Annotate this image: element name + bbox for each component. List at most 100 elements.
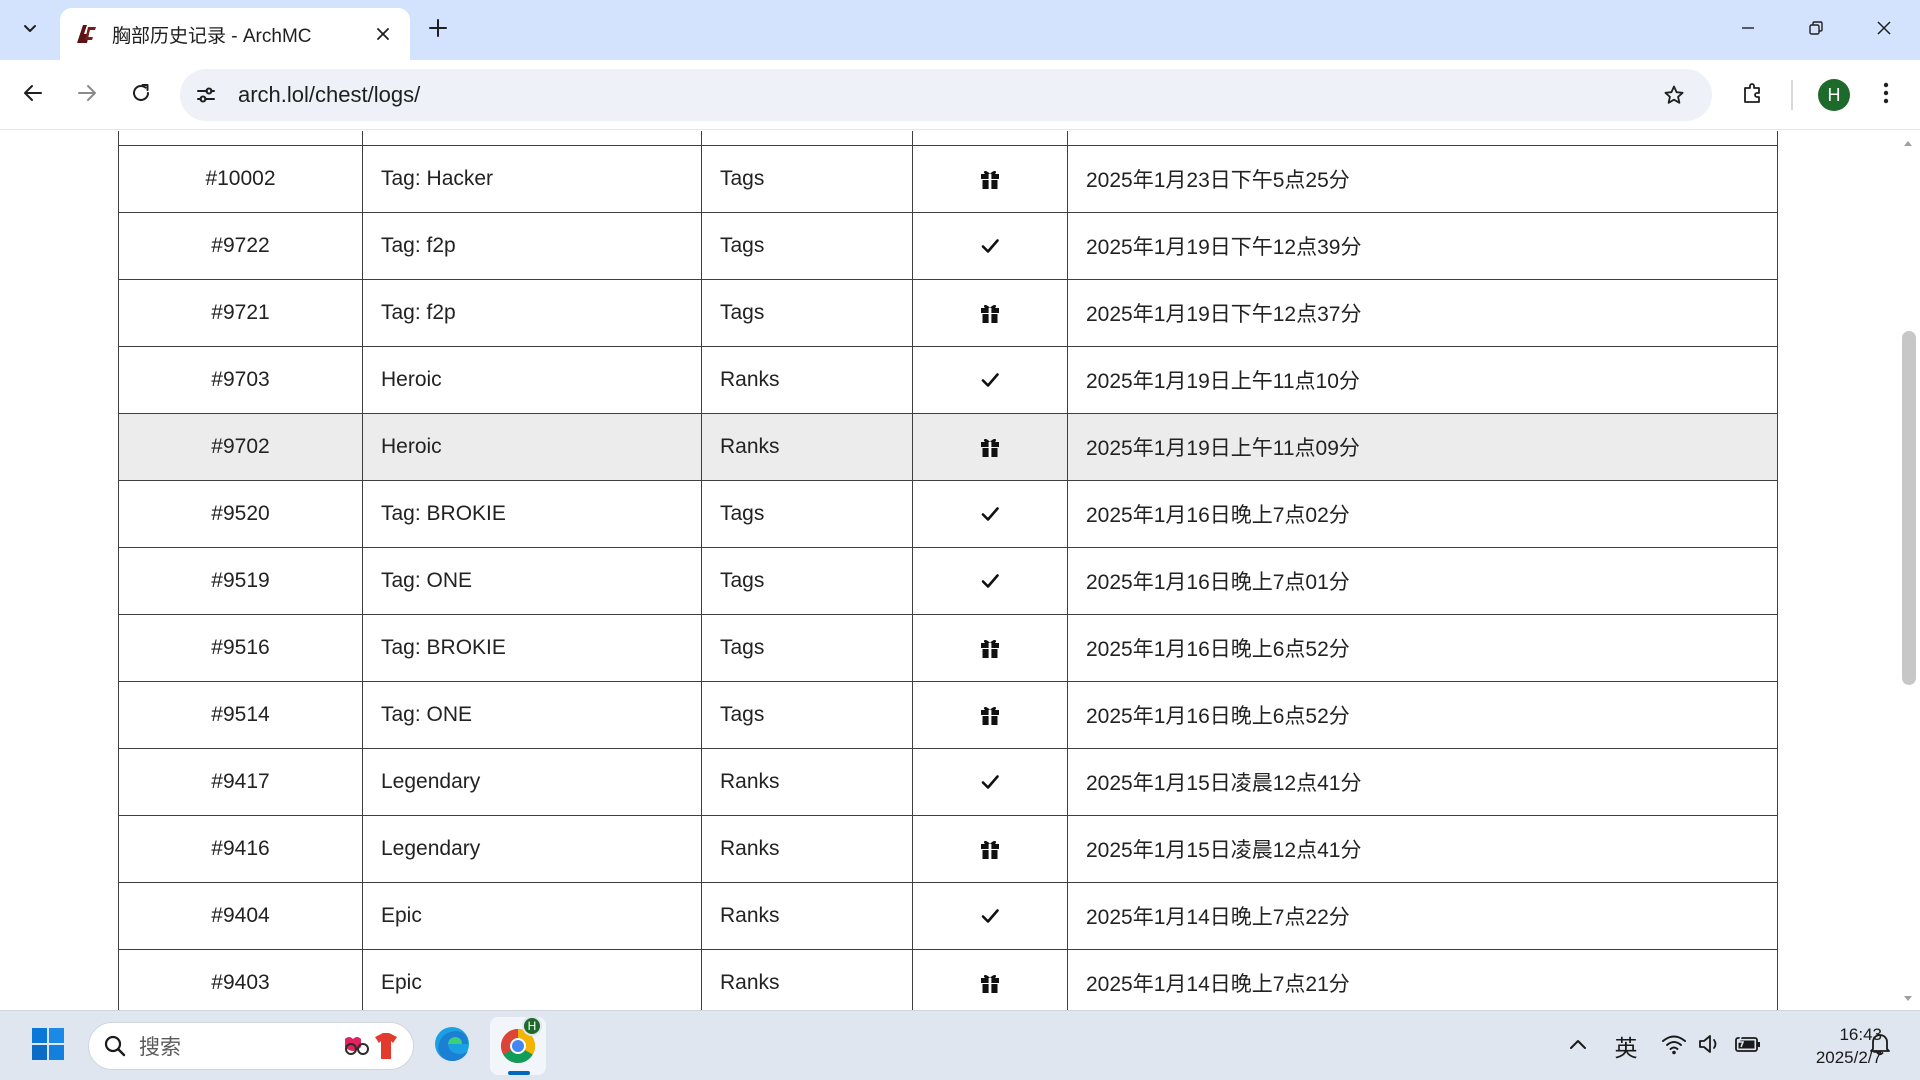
table-row: #9520 Tag: BROKIE Tags 2025年1月16日晚上7点02分	[118, 480, 1778, 548]
log-id-cell: #9520	[118, 480, 363, 548]
windows-logo-icon	[31, 1027, 65, 1066]
extensions-button[interactable]	[1731, 73, 1775, 117]
puzzle-icon	[1741, 81, 1765, 110]
table-row: #9416 Legendary Ranks 2025年1月15日凌晨12点41分	[118, 815, 1778, 883]
reload-icon	[130, 82, 152, 109]
gift-icon	[977, 166, 1003, 192]
gift-icon	[977, 434, 1003, 460]
reward-name-cell: Tag: f2p	[362, 279, 702, 347]
minimize-icon	[1740, 20, 1756, 41]
profile-avatar[interactable]: H	[1818, 79, 1850, 111]
category-cell: Ranks	[701, 815, 913, 883]
close-tab-icon[interactable]	[370, 21, 396, 47]
bookmark-star-icon[interactable]	[1652, 73, 1696, 117]
table-row: #9403 Epic Ranks 2025年1月14日晚上7点21分	[118, 949, 1778, 1010]
menu-button[interactable]	[1864, 73, 1908, 117]
speaker-icon	[1697, 1033, 1723, 1060]
scrollbar-thumb[interactable]	[1902, 331, 1916, 685]
date-cell: 2025年1月16日晚上7点01分	[1067, 547, 1778, 615]
chest-log-table: #10002 Tag: Hacker Tags 2025年1月23日下午5点25分 #9…	[118, 131, 1778, 1010]
reward-name-cell: Epic	[362, 949, 702, 1010]
site-settings-icon[interactable]	[184, 73, 228, 117]
table-row: #9703 Heroic Ranks 2025年1月19日上午11点10分	[118, 346, 1778, 414]
battery-button[interactable]	[1728, 1019, 1768, 1073]
table-cell	[1067, 131, 1778, 146]
reload-button[interactable]	[119, 73, 163, 117]
date-cell: 2025年1月15日凌晨12点41分	[1067, 815, 1778, 883]
status-cell	[912, 279, 1068, 347]
table-row-partial	[118, 131, 1778, 146]
edge-taskbar-button[interactable]	[424, 1019, 480, 1073]
close-window-button[interactable]	[1850, 0, 1918, 60]
log-id-cell: #10002	[118, 145, 363, 213]
category-cell: Ranks	[701, 748, 913, 816]
tab-strip: 胸部历史记录 - ArchMC	[0, 0, 1920, 60]
browser-toolbar: arch.lol/chest/logs/ H	[0, 60, 1920, 130]
reward-name-cell: Tag: f2p	[362, 212, 702, 280]
category-cell: Tags	[701, 212, 913, 280]
back-button[interactable]	[11, 73, 55, 117]
log-id-cell: #9516	[118, 614, 363, 682]
log-id-cell: #9417	[118, 748, 363, 816]
kebab-menu-icon	[1883, 82, 1889, 109]
date-cell: 2025年1月14日晚上7点21分	[1067, 949, 1778, 1010]
status-cell	[912, 547, 1068, 615]
notifications-button[interactable]	[1862, 1019, 1898, 1073]
new-tab-button[interactable]	[420, 12, 456, 48]
date-cell: 2025年1月16日晚上6点52分	[1067, 614, 1778, 682]
volume-button[interactable]	[1692, 1019, 1728, 1073]
check-icon	[977, 769, 1003, 795]
gift-icon	[977, 970, 1003, 996]
table-cell	[701, 131, 913, 146]
url-text[interactable]: arch.lol/chest/logs/	[238, 82, 1652, 108]
category-cell: Ranks	[701, 413, 913, 481]
restore-icon	[1808, 20, 1824, 41]
date-cell: 2025年1月19日上午11点10分	[1067, 346, 1778, 414]
active-tab[interactable]: 胸部历史记录 - ArchMC	[60, 8, 410, 60]
start-button[interactable]	[20, 1019, 76, 1073]
search-placeholder: 搜索	[139, 1036, 181, 1059]
table-cell	[118, 131, 363, 146]
toolbar-divider	[1791, 80, 1793, 110]
arrow-right-icon	[76, 82, 98, 109]
status-cell	[912, 413, 1068, 481]
close-icon	[1876, 20, 1892, 41]
reward-name-cell: Tag: ONE	[362, 681, 702, 749]
table-row: #9721 Tag: f2p Tags 2025年1月19日下午12点37分	[118, 279, 1778, 347]
wifi-icon	[1661, 1033, 1687, 1060]
scroll-up-arrow-icon[interactable]	[1902, 137, 1914, 149]
forward-button[interactable]	[65, 73, 109, 117]
gift-icon	[977, 300, 1003, 326]
chrome-browser-icon: H	[498, 1016, 542, 1066]
battery-charging-icon	[1733, 1033, 1763, 1060]
tab-search-button[interactable]	[10, 10, 50, 50]
date-cell: 2025年1月16日晚上7点02分	[1067, 480, 1778, 548]
date-cell: 2025年1月19日下午12点37分	[1067, 279, 1778, 347]
date-cell: 2025年1月19日下午12点39分	[1067, 212, 1778, 280]
reward-name-cell: Tag: BROKIE	[362, 480, 702, 548]
ime-indicator[interactable]: 英	[1608, 1019, 1644, 1073]
log-id-cell: #9721	[118, 279, 363, 347]
profile-badge: H	[522, 1016, 542, 1036]
table-row: #9702 Heroic Ranks 2025年1月19日上午11点09分	[118, 413, 1778, 481]
category-cell: Tags	[701, 145, 913, 213]
table-row: #9722 Tag: f2p Tags 2025年1月19日下午12点39分	[118, 212, 1778, 280]
restore-button[interactable]	[1782, 0, 1850, 60]
scroll-down-arrow-icon[interactable]	[1902, 993, 1914, 1005]
tray-overflow-button[interactable]	[1562, 1019, 1594, 1073]
category-cell: Ranks	[701, 949, 913, 1010]
taskbar-search[interactable]: 搜索	[88, 1022, 414, 1070]
address-bar[interactable]: arch.lol/chest/logs/	[180, 69, 1712, 121]
status-cell	[912, 480, 1068, 548]
reward-name-cell: Tag: BROKIE	[362, 614, 702, 682]
log-id-cell: #9722	[118, 212, 363, 280]
log-id-cell: #9519	[118, 547, 363, 615]
page-viewport: #10002 Tag: Hacker Tags 2025年1月23日下午5点25分 #9…	[0, 131, 1920, 1010]
category-cell: Tags	[701, 547, 913, 615]
network-button[interactable]	[1656, 1019, 1692, 1073]
taskbar: 搜索 H 英 16:43 2025/2/7	[0, 1010, 1920, 1080]
page-scrollbar[interactable]	[1896, 131, 1920, 1010]
chrome-taskbar-button[interactable]: H	[490, 1016, 546, 1073]
minimize-button[interactable]	[1714, 0, 1782, 60]
reward-name-cell: Heroic	[362, 413, 702, 481]
